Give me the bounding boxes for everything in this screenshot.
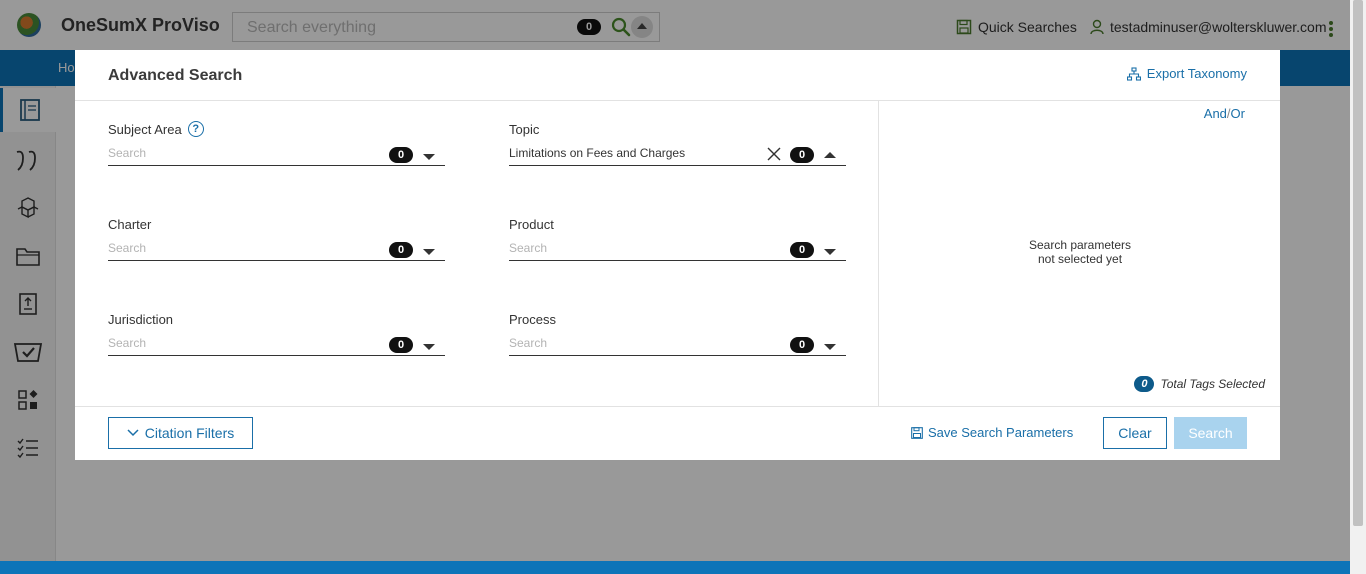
total-tags-count-badge: 0 [1134, 376, 1155, 392]
topic-field: Topic 0 [509, 121, 846, 166]
product-input[interactable] [509, 240, 759, 256]
empty-message-line-1: Search parameters [1028, 238, 1132, 252]
vertical-scrollbar[interactable] [1350, 0, 1366, 574]
product-control: 0 [509, 237, 846, 261]
empty-message-line-2: not selected yet [1037, 252, 1123, 266]
subject-area-field: Subject Area ? 0 [108, 121, 445, 166]
charter-input[interactable] [108, 240, 358, 256]
chevron-up-icon[interactable] [824, 152, 836, 158]
chevron-down-icon[interactable] [423, 344, 435, 350]
process-label-row: Process [509, 311, 846, 327]
process-control: 0 [509, 332, 846, 356]
and-option[interactable]: And [1204, 106, 1227, 121]
empty-parameters-message: Search parameters not selected yet [879, 238, 1281, 266]
scrollbar-thumb[interactable] [1353, 0, 1363, 526]
clear-icon[interactable] [766, 146, 782, 162]
process-label: Process [509, 311, 556, 327]
topic-label-row: Topic [509, 121, 846, 137]
subject-area-input[interactable] [108, 145, 358, 161]
bottom-status-bar [0, 561, 1350, 574]
process-count-badge: 0 [790, 337, 814, 353]
and-or-toggle: And/Or [1204, 106, 1245, 121]
dialog-title: Advanced Search [108, 67, 243, 84]
product-field: Product 0 [509, 216, 846, 261]
jurisdiction-field: Jurisdiction 0 [108, 311, 445, 356]
charter-count-badge: 0 [389, 242, 413, 258]
product-count-badge: 0 [790, 242, 814, 258]
subject-area-control: 0 [108, 142, 445, 166]
advanced-search-dialog: Advanced Search Export Taxonomy Subject … [75, 50, 1280, 460]
citation-filters-button[interactable]: Citation Filters [108, 417, 253, 449]
total-tags-selected: 0 Total Tags Selected [1134, 376, 1265, 392]
dialog-header: Advanced Search Export Taxonomy [75, 50, 1280, 101]
clear-button[interactable]: Clear [1103, 417, 1167, 449]
dialog-footer: Citation Filters Save Search Parameters … [75, 406, 1280, 460]
export-taxonomy-link[interactable]: Export Taxonomy [1126, 66, 1247, 81]
product-label-row: Product [509, 216, 846, 232]
product-label: Product [509, 216, 554, 232]
save-disk-icon [911, 426, 923, 439]
subject-area-label: Subject Area [108, 121, 182, 137]
topic-count-badge: 0 [790, 147, 814, 163]
export-taxonomy-label: Export Taxonomy [1146, 66, 1247, 81]
jurisdiction-label: Jurisdiction [108, 311, 174, 327]
save-search-parameters-link[interactable]: Save Search Parameters [911, 425, 1073, 440]
subject-area-label-row: Subject Area ? [108, 121, 445, 137]
topic-control: 0 [509, 142, 846, 166]
total-tags-label: Total Tags Selected [1160, 377, 1265, 391]
search-button[interactable]: Search [1174, 417, 1247, 449]
process-field: Process 0 [509, 311, 846, 356]
chevron-down-icon[interactable] [423, 154, 435, 160]
charter-label-row: Charter [108, 216, 445, 232]
topic-label: Topic [509, 121, 540, 137]
selected-parameters-panel: And/Or Search parameters not selected ye… [878, 101, 1280, 407]
process-input[interactable] [509, 335, 759, 351]
charter-control: 0 [108, 237, 445, 261]
chevron-down-icon [127, 429, 139, 437]
taxonomy-tree-icon [1126, 66, 1141, 81]
jurisdiction-count-badge: 0 [389, 337, 413, 353]
jurisdiction-input[interactable] [108, 335, 358, 351]
subject-area-count-badge: 0 [389, 147, 413, 163]
chevron-down-icon[interactable] [423, 249, 435, 255]
jurisdiction-control: 0 [108, 332, 445, 356]
citation-filters-label: Citation Filters [144, 425, 235, 441]
chevron-down-icon[interactable] [824, 249, 836, 255]
save-search-parameters-label: Save Search Parameters [928, 425, 1074, 440]
charter-label: Charter [108, 216, 152, 232]
or-option[interactable]: Or [1231, 106, 1245, 121]
charter-field: Charter 0 [108, 216, 445, 261]
jurisdiction-label-row: Jurisdiction [108, 311, 445, 327]
topic-input[interactable] [509, 145, 759, 161]
help-icon[interactable]: ? [187, 121, 204, 137]
chevron-down-icon[interactable] [824, 344, 836, 350]
